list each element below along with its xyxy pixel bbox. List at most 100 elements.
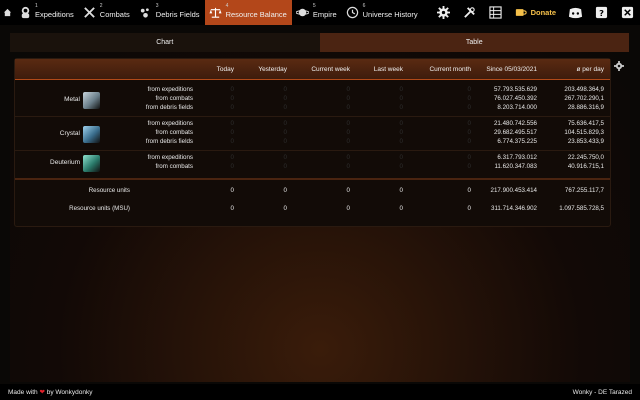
table-cell: 0 xyxy=(399,104,403,111)
donate-button[interactable]: Donate xyxy=(515,7,556,18)
table-cell: 0 xyxy=(230,120,234,127)
table-cell: 0 xyxy=(399,120,403,127)
table-cell: 311.714.346.902 xyxy=(491,205,537,212)
spreadsheet-icon[interactable] xyxy=(488,5,504,21)
table-cell: 6.774.375.225 xyxy=(497,138,537,145)
top-nav-bar: 1 Expeditions 2 Combats 3 Debris Fields … xyxy=(0,0,640,25)
resource-name: Deuterium xyxy=(50,159,80,166)
nav-label: Combats xyxy=(99,10,130,19)
scales-icon xyxy=(209,6,223,20)
table-cell: 57.793.535.629 xyxy=(493,86,537,93)
view-tabs: Chart Table xyxy=(10,33,629,52)
nav-label: Expeditions xyxy=(35,10,74,19)
table-cell: 0 xyxy=(230,205,234,212)
nav-num: 1 xyxy=(35,3,38,9)
total-label: Resource units (MSU) xyxy=(69,205,130,212)
right-toolbar: Donate ? xyxy=(431,0,640,25)
col-current-month: Current month xyxy=(429,66,471,73)
table-cell: 21.480.742.556 xyxy=(493,120,537,127)
gear-icon[interactable] xyxy=(436,5,452,21)
discord-icon[interactable] xyxy=(567,5,583,21)
row-source-label: from expeditions xyxy=(147,86,193,93)
donate-label: Donate xyxy=(530,8,556,17)
row-source-label: from debris fields xyxy=(145,104,193,111)
table-cell: 0 xyxy=(467,95,471,102)
nav-universe-history[interactable]: 6 Universe History xyxy=(342,0,423,25)
help-icon[interactable]: ? xyxy=(593,5,609,21)
table-cell: 0 xyxy=(230,129,234,136)
footer-made-with: Made with xyxy=(8,389,38,396)
svg-text:?: ? xyxy=(599,8,604,18)
row-source-label: from expeditions xyxy=(147,120,193,127)
table-cell: 0 xyxy=(467,154,471,161)
deuterium-resource-icon xyxy=(83,155,100,172)
table-cell: 22.245.750,0 xyxy=(567,154,604,161)
table-cell: 0 xyxy=(283,138,287,145)
table-cell: 0 xyxy=(283,205,287,212)
footer: Made with ❤ by Wonkydonky Wonky - DE Tar… xyxy=(0,384,640,400)
close-icon[interactable] xyxy=(619,5,635,21)
table-cell: 0 xyxy=(230,104,234,111)
tab-table[interactable]: Table xyxy=(319,33,629,52)
nav-label: Universe History xyxy=(362,10,418,19)
table-cell: 0 xyxy=(283,129,287,136)
table-cell: 76.027.450.392 xyxy=(493,95,537,102)
table-cell: 0 xyxy=(230,187,234,194)
debris-icon xyxy=(139,6,153,20)
tools-icon[interactable] xyxy=(462,5,478,21)
table-cell: 203.498.364,9 xyxy=(564,86,604,93)
table-cell: 0 xyxy=(346,187,350,194)
col-last-week: Last week xyxy=(373,66,403,73)
metal-resource-icon xyxy=(83,91,100,109)
row-source-label: from combats xyxy=(155,129,193,136)
table-cell: 0 xyxy=(283,163,287,170)
table-cell: 0 xyxy=(230,138,234,145)
home-icon[interactable] xyxy=(0,0,14,25)
planet-icon xyxy=(296,6,310,20)
settings-gear-icon[interactable] xyxy=(614,61,624,71)
table-cell: 0 xyxy=(346,154,350,161)
table-cell: 11.620.347.083 xyxy=(494,163,537,170)
nav-combats[interactable]: 2 Combats xyxy=(79,0,135,25)
nav-expeditions[interactable]: 1 Expeditions xyxy=(14,0,79,25)
nav-empire[interactable]: 5 Empire xyxy=(292,0,342,25)
tab-chart-label: Chart xyxy=(156,39,174,46)
table-cell: 0 xyxy=(283,120,287,127)
col-today: Today xyxy=(216,66,234,73)
nav-label: Empire xyxy=(312,10,337,19)
table-cell: 0 xyxy=(399,163,403,170)
row-source-label: from expeditions xyxy=(147,154,193,161)
history-icon xyxy=(346,6,360,20)
col-per-day: ø per day xyxy=(576,66,604,73)
table-cell: 0 xyxy=(346,95,350,102)
nav-resource-balance[interactable]: 4 Resource Balance xyxy=(204,0,292,25)
table-cell: 104.515.829,3 xyxy=(564,129,604,136)
table-cell: 0 xyxy=(346,205,350,212)
table-cell: 0 xyxy=(230,154,234,161)
table-cell: 29.682.495.517 xyxy=(493,129,537,136)
col-current-week: Current week xyxy=(311,66,350,73)
footer-author: by Wonkydonky xyxy=(46,389,93,396)
table-header: Today Yesterday Current week Last week C… xyxy=(15,59,610,80)
table-cell: 767.255.117,7 xyxy=(564,187,604,194)
tab-chart[interactable]: Chart xyxy=(10,33,320,52)
table-cell: 0 xyxy=(399,129,403,136)
totals-separator xyxy=(15,178,610,180)
table-cell: 0 xyxy=(467,205,471,212)
table-cell: 0 xyxy=(346,129,350,136)
table-cell: 0 xyxy=(399,138,403,145)
table-cell: 0 xyxy=(283,104,287,111)
table-cell: 217.900.453.414 xyxy=(490,187,537,194)
resource-name: Crystal xyxy=(59,129,80,137)
table-cell: 6.317.793.012 xyxy=(497,154,537,161)
col-yesterday: Yesterday xyxy=(258,66,287,73)
table-cell: 1.097.585.728,5 xyxy=(559,205,604,212)
footer-server: Wonky - DE Tarazed xyxy=(572,388,632,396)
row-source-label: from combats xyxy=(155,95,193,102)
table-cell: 267.702.290,1 xyxy=(564,95,604,102)
crossed-swords-icon xyxy=(83,6,97,20)
total-label: Resource units xyxy=(88,187,130,194)
nav-debris-fields[interactable]: 3 Debris Fields xyxy=(135,0,205,25)
nav-label: Debris Fields xyxy=(155,10,200,19)
table-cell: 0 xyxy=(283,86,287,93)
